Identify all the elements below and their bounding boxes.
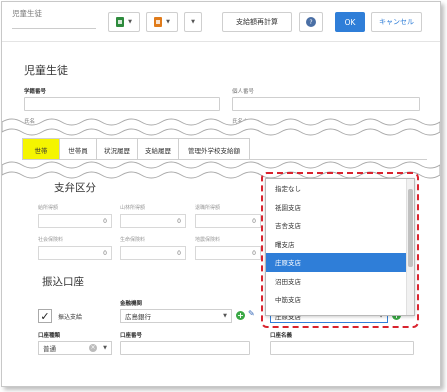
window-title: 児童生徒	[12, 9, 42, 18]
personal-number-input[interactable]	[232, 97, 420, 111]
life-insurance-input[interactable]: 0	[120, 246, 186, 260]
account-number-input[interactable]	[120, 341, 250, 355]
edit-institution-icon[interactable]: ✎	[248, 309, 255, 318]
field-label: 山林所得額	[120, 205, 146, 211]
field-label: 社会保険料	[38, 237, 64, 243]
excel-file-icon	[116, 17, 125, 27]
account-type-select[interactable]: 普通 × ▼	[38, 341, 112, 355]
forest-income-input[interactable]: 0	[120, 214, 186, 228]
student-number-input[interactable]	[24, 97, 220, 111]
retirement-income-input[interactable]: 0	[195, 214, 261, 228]
ok-button[interactable]: OK	[335, 12, 365, 32]
account-type-value: 普通	[43, 345, 56, 353]
social-insurance-input[interactable]: 0	[38, 246, 112, 260]
highlight-dashed-box	[261, 172, 419, 328]
cancel-button[interactable]: キャンセル	[371, 12, 422, 32]
wave-separator	[2, 118, 440, 136]
chevron-down-icon: ▼	[191, 19, 195, 25]
field-label: 生命保険料	[120, 237, 146, 243]
tab-status-history[interactable]: 状況履歴	[96, 138, 138, 160]
field-label: 給所得額	[38, 205, 59, 211]
financial-institution-value: 広島銀行	[125, 313, 151, 321]
report-export-button[interactable]: ▼	[146, 12, 178, 32]
account-type-label: 口座種類	[38, 333, 61, 339]
account-number-label: 口座番号	[120, 333, 143, 339]
tab-payment-history[interactable]: 支給履歴	[137, 138, 179, 160]
toolbar: 児童生徒 ▼ ▼ ▼ 支給額再計算 ? OK キャンセル	[2, 2, 440, 42]
chevron-down-icon: ▼	[128, 19, 132, 25]
transfer-payment-checkbox[interactable]: ✓	[38, 309, 52, 323]
financial-institution-select[interactable]: 広島銀行 ▼	[120, 309, 232, 323]
personal-number-label: 個人番号	[232, 89, 255, 95]
account-name-input[interactable]	[270, 341, 414, 355]
income-amount-input[interactable]: 0	[38, 214, 112, 228]
tab-household-members[interactable]: 世帯員	[59, 138, 97, 160]
help-button[interactable]: ?	[299, 12, 323, 32]
more-dropdown-button[interactable]: ▼	[184, 12, 202, 32]
student-number-label: 学籍番号	[24, 89, 47, 95]
transfer-account-title: 振込口座	[42, 276, 84, 288]
checkmark-icon: ✓	[40, 309, 50, 323]
field-label: 退職所得額	[195, 205, 221, 211]
field-label: 地震保険料	[195, 237, 221, 243]
payment-recalc-label: 支給額再計算	[236, 18, 278, 26]
transfer-payment-label: 振込支給	[58, 314, 83, 321]
payment-category-title: 支弁区分	[54, 182, 96, 194]
excel-export-button[interactable]: ▼	[108, 12, 140, 32]
financial-institution-label: 金融機関	[120, 301, 143, 307]
account-name-label: 口座名義	[270, 333, 293, 339]
dialog-window: 児童生徒 ▼ ▼ ▼ 支給額再計算 ? OK キャンセル 児童生徒 学籍番号 個…	[1, 1, 441, 387]
tab-bar: 世帯 世帯員 状況履歴 支給履歴 管理外学校支給額	[22, 138, 250, 160]
add-institution-icon[interactable]: +	[236, 311, 245, 320]
clear-icon[interactable]: ×	[89, 344, 97, 352]
chevron-down-icon: ▼	[223, 313, 227, 319]
payment-recalc-button[interactable]: 支給額再計算	[222, 12, 292, 32]
report-file-icon	[154, 17, 163, 27]
help-icon: ?	[306, 17, 316, 27]
earthquake-insurance-input[interactable]: 0	[195, 246, 261, 260]
title-underline	[12, 28, 96, 29]
chevron-down-icon: ▼	[103, 345, 107, 351]
tab-external-school-payment[interactable]: 管理外学校支給額	[178, 138, 250, 160]
chevron-down-icon: ▼	[166, 19, 170, 25]
tab-household[interactable]: 世帯	[22, 138, 60, 160]
section-title: 児童生徒	[24, 64, 68, 77]
